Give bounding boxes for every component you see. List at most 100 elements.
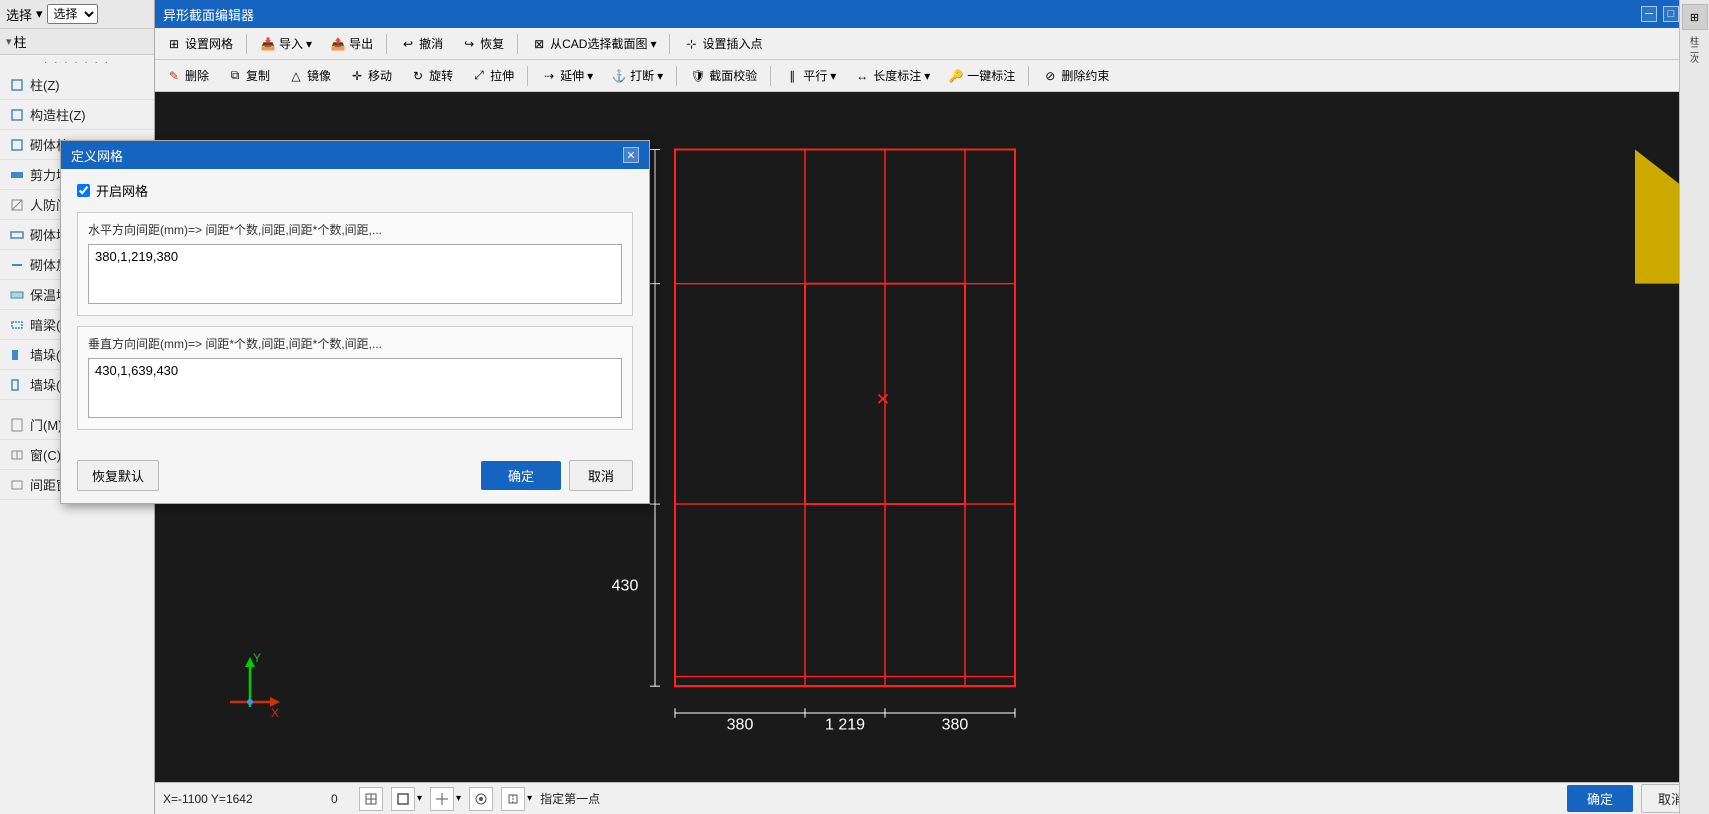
right-panel-label: 柱二次 [1688, 36, 1701, 63]
snap-dropdown[interactable]: ▾ [391, 787, 422, 811]
toolbar-sep-7 [770, 66, 771, 86]
window-c-icon [8, 446, 26, 464]
parallel-icon: ∥ [784, 68, 800, 84]
break-icon: ⚓ [611, 68, 627, 84]
svg-text:380: 380 [727, 717, 754, 734]
dialog-close-button[interactable]: ✕ [623, 147, 639, 163]
undo-icon: ↩ [400, 36, 416, 52]
length-mark-button[interactable]: ↔ 长度标注 ▾ [847, 64, 937, 87]
horizontal-input[interactable] [88, 244, 622, 304]
toolbar-sep-6 [676, 66, 677, 86]
zero-display: 0 [331, 792, 351, 806]
select-dropdown[interactable]: 选择 [47, 4, 98, 24]
toolbar-sep-3 [517, 34, 518, 54]
delete-button[interactable]: ✎ 删除 [159, 64, 216, 87]
dialog-titlebar: 定义网格 ✕ [61, 141, 649, 169]
mirror-icon: △ [288, 68, 304, 84]
axis-indicator: Y X [215, 652, 285, 722]
dialog-body: 开启网格 水平方向间距(mm)=> 间距*个数,间距,间距*个数,间距,... … [61, 169, 649, 452]
one-key-mark-button[interactable]: 🔑 一键标注 [941, 64, 1022, 87]
snap3-btn[interactable] [501, 787, 525, 811]
undo-button[interactable]: ↩ 撤消 [393, 32, 450, 55]
from-cad-icon: ⊠ [531, 36, 547, 52]
export-button[interactable]: 📤 导出 [323, 32, 380, 55]
break-button[interactable]: ⚓ 打断 ▾ [604, 64, 670, 87]
vertical-section: 垂直方向间距(mm)=> 间距*个数,间距,间距*个数,间距,... [77, 326, 633, 430]
move-icon: ✛ [349, 68, 365, 84]
snap3-dropdown[interactable]: ▾ [501, 787, 532, 811]
section-check-button[interactable]: 🛡 截面校验 [683, 64, 764, 87]
snap-icon-btn[interactable] [359, 787, 383, 811]
svg-text:Y: Y [253, 652, 261, 665]
hint-text: 指定第一点 [540, 790, 1559, 807]
from-cad-button[interactable]: ⊠ 从CAD选择截面图 ▾ [524, 32, 663, 55]
one-key-mark-icon: 🔑 [948, 68, 964, 84]
wall-ledge-e-icon [8, 346, 26, 364]
svg-text:380: 380 [942, 717, 969, 734]
coords-display: X=-1100 Y=1642 [163, 792, 323, 806]
svg-text:X: X [271, 706, 279, 720]
masonry-rebar-icon [8, 256, 26, 274]
civil-door-icon [8, 196, 26, 214]
snap-rect-btn[interactable] [391, 787, 415, 811]
parallel-button[interactable]: ∥ 平行 ▾ [777, 64, 843, 87]
right-panel-grid-btn[interactable]: ⊞ [1682, 4, 1708, 30]
toolbar-sep-5 [527, 66, 528, 86]
insert-icon: ⊹ [683, 36, 699, 52]
sidebar-item-column-z[interactable]: 柱(Z) [0, 70, 154, 100]
set-grid-button[interactable]: ⊞ 设置网格 [159, 32, 240, 55]
redo-button[interactable]: ↪ 恢复 [454, 32, 511, 55]
select-dropdown-arrow: ▾ [36, 6, 43, 22]
vertical-input[interactable] [88, 358, 622, 418]
enable-grid-label[interactable]: 开启网格 [96, 181, 148, 200]
sidebar-select-row: 选择 ▾ 选择 [0, 0, 154, 29]
length-mark-arrow-icon: ▾ [924, 69, 930, 83]
crosshair-btn[interactable] [430, 787, 454, 811]
rotate-button[interactable]: ↻ 旋转 [403, 64, 460, 87]
define-grid-dialog[interactable]: 定义网格 ✕ 开启网格 水平方向间距(mm)=> 间距*个数,间距,间距*个数,… [60, 140, 650, 504]
from-cad-arrow-icon: ▾ [650, 37, 656, 51]
dialog-cancel-button[interactable]: 取消 [569, 460, 633, 491]
snap3-arrow[interactable]: ▾ [527, 793, 532, 804]
section-check-icon: 🛡 [690, 68, 706, 84]
length-mark-icon: ↔ [854, 68, 870, 84]
import-button[interactable]: 📥 导入 ▾ [253, 32, 319, 55]
hidden-beam-a-icon [8, 316, 26, 334]
break-arrow-icon: ▾ [657, 69, 663, 83]
delete-constraint-button[interactable]: ⊘ 删除约束 [1035, 64, 1116, 87]
window-title: 异形截面编辑器 [163, 5, 254, 24]
stretch-button[interactable]: ⤢ 拉伸 [464, 64, 521, 87]
toolbar-row-1: ⊞ 设置网格 📥 导入 ▾ 📤 导出 ↩ 撤消 ↪ 恢复 ⊠ 从CAD选择截面图… [155, 28, 1709, 60]
restore-default-button[interactable]: 恢复默认 [77, 460, 159, 491]
vertical-section-label: 垂直方向间距(mm)=> 间距*个数,间距,间距*个数,间距,... [88, 335, 622, 352]
mirror-button[interactable]: △ 镜像 [281, 64, 338, 87]
minimize-button[interactable]: ─ [1641, 6, 1657, 22]
stretch-icon: ⤢ [471, 68, 487, 84]
extend-arrow-icon: ▾ [587, 69, 593, 83]
extend-button[interactable]: ⇢ 延伸 ▾ [534, 64, 600, 87]
crosshair-arrow[interactable]: ▾ [456, 793, 461, 804]
door-m-icon [8, 416, 26, 434]
toolbar-sep-4 [669, 34, 670, 54]
wall-ledge-q-icon [8, 376, 26, 394]
move-button[interactable]: ✛ 移动 [342, 64, 399, 87]
parallel-arrow-icon: ▾ [830, 69, 836, 83]
snap2-btn[interactable] [469, 787, 493, 811]
delete-constraint-icon: ⊘ [1042, 68, 1058, 84]
column-label: 柱 [14, 32, 27, 51]
crosshair-dropdown[interactable]: ▾ [430, 787, 461, 811]
dialog-confirm-button[interactable]: 确定 [481, 461, 561, 490]
toolbar-sep-1 [246, 34, 247, 54]
status-confirm-button[interactable]: 确定 [1567, 785, 1633, 812]
copy-button[interactable]: ⧉ 复制 [220, 64, 277, 87]
status-bar: X=-1100 Y=1642 0 ▾ ▾ ▾ 指定第一点 确定 [155, 782, 1709, 814]
toolbar-sep-8 [1028, 66, 1029, 86]
structural-column-z-icon [8, 106, 26, 124]
enable-grid-checkbox[interactable] [77, 184, 90, 197]
set-insert-button[interactable]: ⊹ 设置插入点 [676, 32, 769, 55]
window-titlebar: 异形截面编辑器 ─ □ ✕ [155, 0, 1709, 28]
snap-rect-arrow[interactable]: ▾ [417, 793, 422, 804]
sidebar-item-structural-column-z[interactable]: 构造柱(Z) [0, 100, 154, 130]
maximize-button[interactable]: □ [1663, 6, 1679, 22]
horizontal-section-label: 水平方向间距(mm)=> 间距*个数,间距,间距*个数,间距,... [88, 221, 622, 238]
